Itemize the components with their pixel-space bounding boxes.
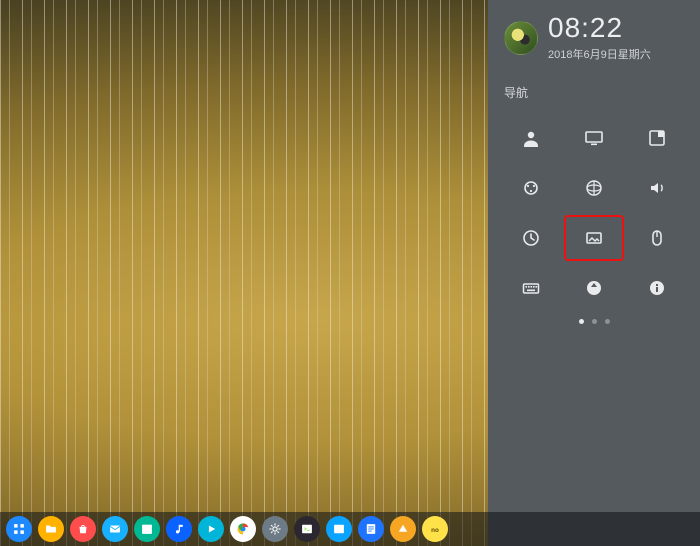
account-icon[interactable]: [503, 116, 559, 160]
update-icon[interactable]: [566, 266, 622, 310]
display-icon[interactable]: [566, 116, 622, 160]
settings-grid: [500, 113, 688, 313]
sound-icon[interactable]: [629, 166, 685, 210]
system-monitor-icon[interactable]: [326, 516, 352, 542]
clock-date: 2018年6月9日星期六: [548, 46, 651, 62]
video-player-icon[interactable]: [198, 516, 224, 542]
settings-gear-icon[interactable]: [262, 516, 288, 542]
panel-section-title: 导航: [500, 84, 688, 101]
mouse-icon[interactable]: [629, 216, 685, 260]
keyboard-icon[interactable]: [503, 266, 559, 310]
default-apps-icon[interactable]: [629, 116, 685, 160]
launcher-icon[interactable]: [6, 516, 32, 542]
time-date-icon[interactable]: [503, 216, 559, 260]
safe-remove-icon[interactable]: [390, 516, 416, 542]
file-manager-icon[interactable]: [38, 516, 64, 542]
mail-icon[interactable]: [102, 516, 128, 542]
text-editor-icon[interactable]: [358, 516, 384, 542]
calendar-icon[interactable]: [134, 516, 160, 542]
music-player-icon[interactable]: [166, 516, 192, 542]
user-avatar[interactable]: [504, 21, 538, 55]
panel-pager[interactable]: [500, 319, 688, 324]
dock: [0, 512, 700, 546]
network-icon[interactable]: [566, 166, 622, 210]
personalization-icon[interactable]: [503, 166, 559, 210]
panel-header: 08:22 2018年6月9日星期六: [500, 14, 688, 62]
clock-time: 08:22: [548, 14, 651, 42]
chrome-icon[interactable]: [230, 516, 256, 542]
noto-app-icon[interactable]: [422, 516, 448, 542]
pager-dot[interactable]: [579, 319, 584, 324]
terminal-icon[interactable]: [294, 516, 320, 542]
pager-dot[interactable]: [592, 319, 597, 324]
clock-block: 08:22 2018年6月9日星期六: [548, 14, 651, 62]
control-center-panel: 08:22 2018年6月9日星期六 导航: [488, 0, 700, 546]
system-info-icon[interactable]: [629, 266, 685, 310]
pager-dot[interactable]: [605, 319, 610, 324]
wallpaper-icon[interactable]: [564, 215, 624, 261]
app-store-icon[interactable]: [70, 516, 96, 542]
